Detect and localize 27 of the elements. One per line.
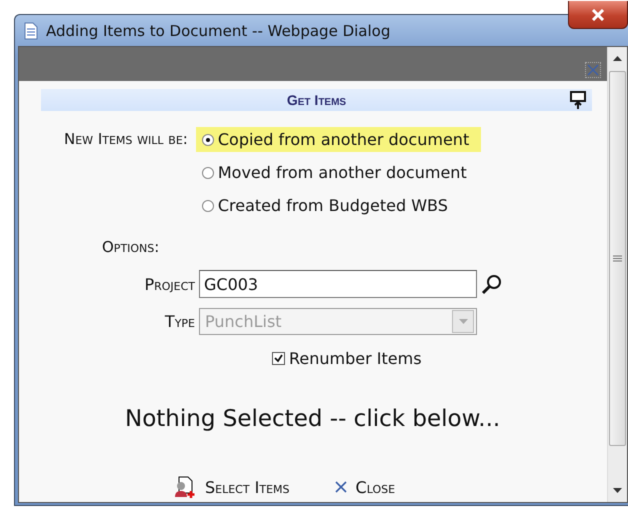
grip-icon [613,255,622,262]
mode-label: New Items will be: [64,130,188,150]
close-button[interactable] [568,1,628,29]
status-message: Nothing Selected -- click below... [125,406,502,432]
close-button[interactable]: Close [334,476,396,498]
scroll-up-icon[interactable] [613,55,622,63]
scroll-down-icon[interactable] [613,486,622,494]
close-icon [591,8,605,20]
checkmark-icon [274,354,283,363]
radio-option[interactable]: Created from Budgeted WBS [196,193,460,218]
renumber-checkbox[interactable]: Renumber Items [272,349,607,368]
window-title: Adding Items to Document -- Webpage Dialog [46,22,390,40]
project-field[interactable]: GC003 [199,270,477,298]
document-icon [24,22,38,40]
add-document-icon [173,476,197,498]
dropdown-arrow-icon [458,319,468,324]
section-title: Get Items [286,92,346,108]
field-label: Project [144,274,195,294]
select-items-button[interactable]: Select Items [173,476,290,498]
search-icon[interactable] [481,273,503,295]
radio-option[interactable]: Moved from another document [196,160,479,185]
radio-option[interactable]: Copied from another document [196,127,482,152]
field-label: Type [164,312,195,331]
close-icon [334,480,348,494]
scrollbar[interactable] [607,47,627,502]
pin-icon[interactable] [570,91,586,109]
options-label: Options: [102,238,160,256]
